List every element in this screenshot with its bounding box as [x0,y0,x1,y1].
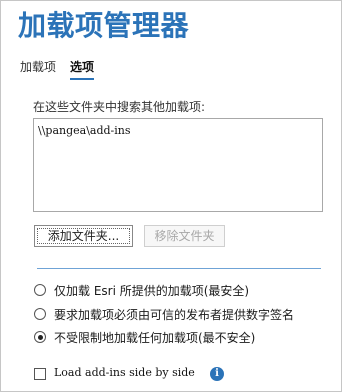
add-folder-button-label: 添加文件夹... [47,229,120,243]
tab-options[interactable]: 选项 [70,58,95,80]
radio-label: 不受限制地加载任何加载项(最不安全) [54,331,256,345]
radio-button[interactable] [34,284,46,296]
side-by-side-label: Load add-ins side by side [54,366,195,379]
radio-label: 要求加载项必须由可信的发布者提供数字签名 [54,308,295,322]
add-folder-button[interactable]: 添加文件夹... [34,225,133,247]
addin-manager-window: 加载项管理器 加载项 选项 在这些文件夹中搜索其他加载项: \\pangea\a… [0,0,342,392]
radio-label: 仅加载 Esri 所提供的加载项(最安全) [54,284,250,298]
radio-button[interactable] [34,308,46,320]
remove-folder-button-label: 移除文件夹 [154,229,215,243]
side-by-side-checkbox[interactable] [34,368,46,380]
radio-button-checked[interactable] [34,331,46,343]
section-divider [37,268,321,269]
folder-list-item[interactable]: \\pangea\add-ins [38,124,131,137]
page-title: 加载项管理器 [18,9,190,42]
folders-section-label: 在这些文件夹中搜索其他加载项: [33,100,206,114]
folder-listbox[interactable]: \\pangea\add-ins [33,118,323,212]
info-icon[interactable]: i [210,367,224,381]
remove-folder-button[interactable]: 移除文件夹 [144,225,225,247]
tab-addins[interactable]: 加载项 [20,58,56,75]
